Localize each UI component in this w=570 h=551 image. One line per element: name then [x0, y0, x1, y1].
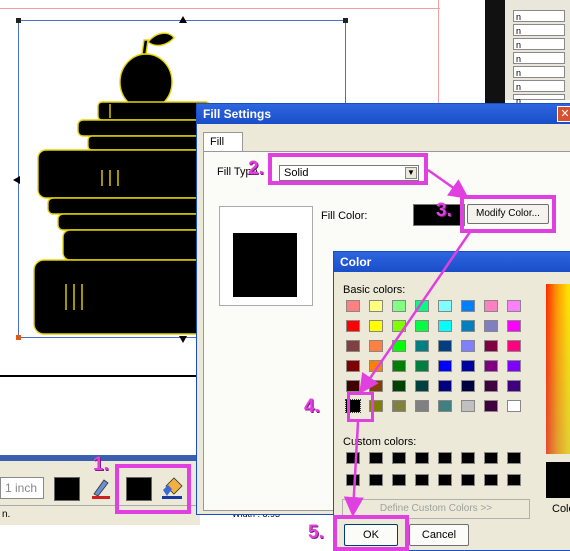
step-label-2: 2. — [248, 158, 264, 179]
step-label-3: 3. — [436, 200, 452, 221]
step-label-1: 1. — [93, 454, 109, 475]
annotation-arrows — [343, 168, 472, 517]
arrow-step-2-to-3 — [427, 168, 470, 199]
step-label-5: 5. — [308, 522, 324, 543]
arrow-step-4-to-5 — [343, 421, 364, 517]
arrow-step-3-to-4 — [359, 231, 472, 395]
step-label-4: 4. — [304, 396, 320, 417]
